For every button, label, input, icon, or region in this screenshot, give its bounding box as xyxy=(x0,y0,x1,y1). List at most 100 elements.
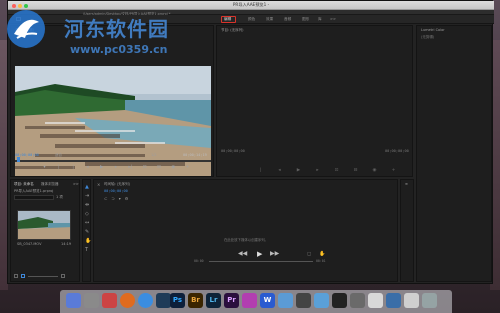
timeline-tab[interactable]: 时间轴: (无序列) xyxy=(104,182,130,187)
clip-name[interactable]: SB_0347.MOV xyxy=(17,242,42,246)
slip-tool-icon[interactable]: ↔ xyxy=(85,220,89,226)
clip-thumbnail-image xyxy=(18,211,70,239)
chrome-icon[interactable] xyxy=(138,293,153,308)
project-file-name: PR导入AAE预览1.prproj xyxy=(14,189,54,193)
tools-panel: ▲ ⇥ ⇼ ◇ ↔ ✎ ✋ T xyxy=(82,179,91,282)
project-tab[interactable]: 项目: 未命名 xyxy=(14,182,34,187)
downloads-icon[interactable] xyxy=(404,293,419,308)
workspace-overflow-button[interactable]: >> xyxy=(330,17,336,21)
razor-tool-icon[interactable]: ◇ xyxy=(85,211,89,217)
app-icon-7[interactable] xyxy=(368,293,383,308)
program-lift-button[interactable]: ⊡ xyxy=(333,168,340,174)
linked-selection-icon[interactable]: ⊃ xyxy=(111,196,114,201)
workspace-tab-color[interactable]: 颜色 xyxy=(248,17,255,22)
program-transport-controls: | ◂ ▶ ▸ ⊡ ⊟ ◉ + xyxy=(257,168,397,176)
go-to-out-button[interactable]: ▸| xyxy=(127,165,134,171)
pen-tool-icon[interactable]: ✎ xyxy=(85,229,89,235)
program-timecode-current[interactable]: 00;00;00;00 xyxy=(221,149,245,153)
timeline-mini-scrub-bar[interactable] xyxy=(209,261,313,262)
source-fit-dropdown[interactable]: 适合 xyxy=(55,153,62,158)
timeline-step-forward-icon[interactable]: ▶▶ xyxy=(270,250,279,257)
source-playhead[interactable] xyxy=(17,157,20,162)
calendar-icon[interactable] xyxy=(102,293,117,308)
app-icon-2[interactable] xyxy=(242,293,257,308)
selection-tool-icon[interactable]: ▲ xyxy=(85,184,89,190)
source-resolution-dropdown[interactable]: 1/2 xyxy=(151,153,157,157)
timeline-toolbar: ⊂ ⊃ ▾ ⚙ xyxy=(104,196,164,201)
program-mark-in-button[interactable]: | xyxy=(257,168,264,174)
program-extract-button[interactable]: ⊟ xyxy=(352,168,359,174)
timeline-close-icon[interactable]: × xyxy=(97,182,100,187)
app-icon[interactable] xyxy=(156,293,171,308)
project-search-input[interactable] xyxy=(14,195,54,200)
zoom-slider[interactable] xyxy=(28,276,58,277)
lumetri-no-clip-label: (无剪辑) xyxy=(421,35,435,39)
step-forward-button[interactable]: ▸ xyxy=(112,165,119,171)
program-monitor-tab[interactable]: 节目: (无序列) xyxy=(221,28,244,33)
add-button[interactable]: + xyxy=(184,165,191,171)
media-browser-tab[interactable]: 媒体浏览器 xyxy=(41,182,59,187)
ripple-edit-tool-icon[interactable]: ⇼ xyxy=(85,202,89,208)
lumetri-color-tab[interactable]: Lumetri Color xyxy=(421,28,445,32)
clip-thumbnail[interactable] xyxy=(17,210,71,240)
program-add-button[interactable]: + xyxy=(390,168,397,174)
app-icon-5[interactable] xyxy=(314,293,329,308)
workspace-tab-effects[interactable]: 效果 xyxy=(266,17,273,22)
new-bin-icon[interactable] xyxy=(61,274,65,278)
timeline-step-back-icon[interactable]: ◀◀ xyxy=(238,250,247,257)
app-icon-6[interactable] xyxy=(350,293,365,308)
firefox-icon[interactable] xyxy=(120,293,135,308)
bridge-icon[interactable]: Br xyxy=(188,293,203,308)
terminal-icon[interactable] xyxy=(332,293,347,308)
timeline-timecode[interactable]: 00;00;00;00 xyxy=(104,189,128,193)
timeline-panel: × 时间轴: (无序列) 00;00;00;00 ⊂ ⊃ ▾ ⚙ 在此处放下媒体… xyxy=(93,179,398,282)
list-view-icon[interactable] xyxy=(14,274,18,278)
mark-out-button[interactable]: | xyxy=(55,165,62,171)
workspace-tab-editing[interactable]: 编辑 xyxy=(224,17,231,22)
workspace-tab-audio[interactable]: 音频 xyxy=(284,17,291,22)
project-panel-footer xyxy=(14,274,78,280)
app-icon-3[interactable] xyxy=(278,293,293,308)
hand-tool-icon[interactable]: ✋ xyxy=(85,238,91,244)
clip-duration: 14:19 xyxy=(61,242,72,246)
window-title: PR导入AAE预览1 - xyxy=(232,2,270,7)
premiere-icon[interactable]: Pr xyxy=(224,293,239,308)
lightroom-icon[interactable]: Lr xyxy=(206,293,221,308)
watermark-logo-icon xyxy=(5,8,47,50)
launchpad-icon[interactable] xyxy=(84,293,99,308)
source-scrub-bar[interactable] xyxy=(15,160,211,162)
export-frame-button[interactable]: ◉ xyxy=(170,165,177,171)
play-button[interactable]: ▶ xyxy=(98,165,105,171)
track-select-tool-icon[interactable]: ⇥ xyxy=(85,193,89,199)
timeline-settings-icon[interactable]: ⚙ xyxy=(125,196,129,201)
timeline-play-icon[interactable]: ▶ xyxy=(257,250,262,258)
snap-icon[interactable]: ⊂ xyxy=(104,196,107,201)
timeline-fullscreen-icon[interactable]: ✋ xyxy=(319,251,325,257)
program-step-back-button[interactable]: ◂ xyxy=(276,168,283,174)
add-marker-icon[interactable]: ▾ xyxy=(119,196,121,201)
type-tool-icon[interactable]: T xyxy=(85,247,88,253)
timeline-volume-icon[interactable]: ◻ xyxy=(307,251,311,257)
finder-icon[interactable] xyxy=(66,293,81,308)
word-icon[interactable]: W xyxy=(260,293,275,308)
overwrite-button[interactable]: ⊟ xyxy=(155,165,162,171)
audio-meter-menu-icon[interactable]: ≡ xyxy=(405,182,408,186)
workspace-tab-graphics[interactable]: 图形 xyxy=(302,17,309,22)
mark-in-button[interactable]: ▾ xyxy=(41,165,48,171)
trash-icon[interactable] xyxy=(422,293,437,308)
workspace-tab-libraries[interactable]: 库 xyxy=(318,17,322,22)
program-export-frame-button[interactable]: ◉ xyxy=(371,168,378,174)
audio-meters-panel: ≡ xyxy=(400,179,414,282)
icon-view-icon[interactable] xyxy=(21,274,25,278)
project-panel-overflow[interactable]: >> xyxy=(73,182,79,186)
photoshop-icon[interactable]: Ps xyxy=(170,293,185,308)
program-step-forward-button[interactable]: ▸ xyxy=(314,168,321,174)
go-to-in-button[interactable]: | xyxy=(70,165,77,171)
insert-button[interactable]: ⊡ xyxy=(141,165,148,171)
app-icon-8[interactable] xyxy=(386,293,401,308)
project-panel: 项目: 未命名 媒体浏览器 >> PR导入AAE预览1.prproj 1 项 S… xyxy=(10,179,80,282)
app-icon-4[interactable] xyxy=(296,293,311,308)
step-back-button[interactable]: ◂ xyxy=(84,165,91,171)
program-play-button[interactable]: ▶ xyxy=(295,168,302,174)
timeline-time-start: 00:00 xyxy=(194,259,204,263)
